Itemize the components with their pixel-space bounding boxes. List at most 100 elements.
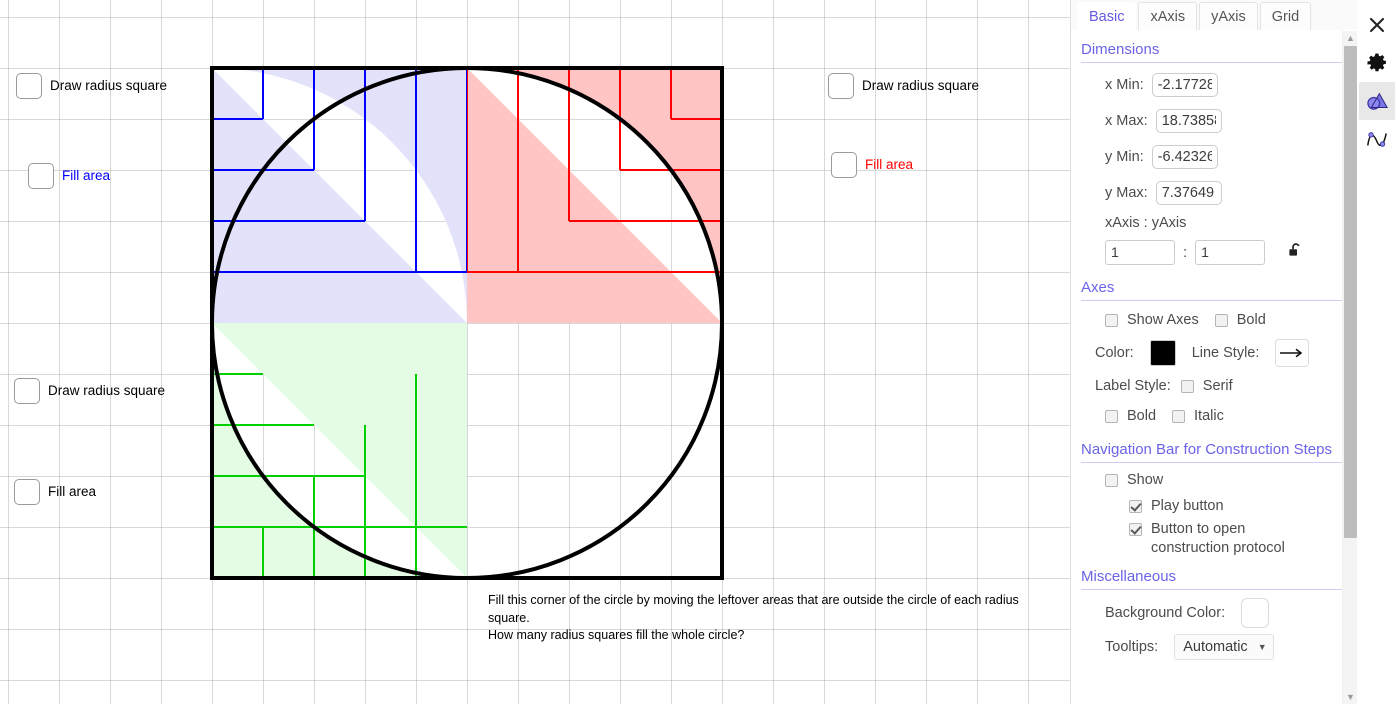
y-max-input[interactable]: [1155, 181, 1222, 205]
label-italic-label: Italic: [1194, 408, 1224, 424]
tooltips-select[interactable]: Automatic ▼: [1174, 634, 1274, 660]
axes-color-label: Color:: [1095, 345, 1134, 361]
dimensions-divider: [1081, 62, 1348, 63]
navbar-protocol-row: Button to open construction protocol: [1081, 519, 1348, 558]
navbar-show-checkbox[interactable]: [1105, 473, 1118, 487]
label-bold-checkbox[interactable]: [1105, 409, 1118, 423]
draw-radius-square-blue-label: Draw radius square: [50, 78, 168, 94]
x-min-row: x Min:: [1081, 67, 1348, 103]
navbar-play-row: Play button: [1081, 493, 1348, 519]
y-min-row: y Min:: [1081, 139, 1348, 175]
fill-area-green-checkbox[interactable]: [14, 479, 40, 505]
axes-bold-checkbox[interactable]: [1214, 313, 1228, 327]
draw-radius-square-blue[interactable]: Draw radius square: [16, 73, 167, 99]
task-caption: Fill this corner of the circle by moving…: [488, 592, 1058, 645]
navbar-protocol-checkbox[interactable]: [1129, 523, 1142, 536]
scrollbar-thumb[interactable]: [1344, 46, 1357, 538]
x-min-input[interactable]: [1151, 73, 1218, 97]
tooltips-value: Automatic: [1183, 639, 1248, 655]
fill-area-red[interactable]: Fill area: [831, 152, 913, 178]
caption-line-1: Fill this corner of the circle by moving…: [488, 593, 1019, 625]
navbar-section-title: Navigation Bar for Construction Steps: [1081, 441, 1332, 458]
show-axes-label: Show Axes: [1127, 312, 1199, 328]
label-italic-checkbox[interactable]: [1172, 409, 1186, 423]
navbar-show-label: Show: [1127, 472, 1164, 488]
axes-section-title: Axes: [1081, 279, 1115, 296]
settings-panel: Basic xAxis yAxis Grid Dimensions x Min:…: [1070, 0, 1397, 704]
settings-tabs: Basic xAxis yAxis Grid: [1071, 0, 1358, 31]
axis-ratio-y-input[interactable]: [1195, 239, 1266, 265]
shapes-icon[interactable]: [1359, 82, 1395, 120]
tab-basic[interactable]: Basic: [1077, 2, 1137, 30]
x-max-input[interactable]: [1155, 109, 1222, 133]
label-weight-row: Bold Italic: [1081, 401, 1348, 431]
axis-ratio-x-input[interactable]: [1105, 239, 1175, 265]
graphics-view[interactable]: Draw radius square Fill area Draw radius s…: [0, 0, 1070, 704]
fill-area-red-label: Fill area: [865, 157, 914, 173]
lock-open-icon[interactable]: [1287, 241, 1305, 264]
fill-area-blue-checkbox[interactable]: [28, 163, 54, 189]
fill-area-green-label: Fill area: [48, 484, 97, 500]
fill-area-blue[interactable]: Fill area: [28, 163, 110, 189]
scroll-down-arrow-icon[interactable]: ▼: [1343, 690, 1358, 704]
draw-radius-square-red[interactable]: Draw radius square: [828, 73, 979, 99]
label-serif-checkbox[interactable]: [1180, 379, 1194, 393]
draw-radius-square-blue-checkbox[interactable]: [16, 73, 42, 99]
fill-area-blue-label: Fill area: [62, 168, 111, 184]
axes-line-style-button[interactable]: [1275, 339, 1310, 367]
settings-scroll-area[interactable]: Dimensions x Min: x Max: y Min: y Max:: [1071, 31, 1358, 704]
draw-radius-square-red-label: Draw radius square: [862, 78, 980, 94]
y-max-label: y Max:: [1105, 185, 1148, 201]
axes-line-style-label: Line Style:: [1191, 345, 1260, 361]
navbar-protocol-label: Button to open construction protocol: [1151, 521, 1285, 556]
show-axes-checkbox[interactable]: [1105, 313, 1118, 327]
geogebra-app: Draw radius square Fill area Draw radius s…: [0, 0, 1397, 704]
label-serif-label: Serif: [1202, 378, 1233, 394]
fill-area-green[interactable]: Fill area: [14, 479, 96, 505]
navbar-divider: [1081, 462, 1348, 463]
axis-ratio-label: xAxis : yAxis: [1105, 215, 1187, 231]
misc-section-title: Miscellaneous: [1081, 568, 1177, 585]
axes-divider: [1081, 300, 1348, 301]
label-bold-label: Bold: [1127, 408, 1157, 424]
background-color-row: Background Color:: [1081, 594, 1348, 632]
tooltips-row: Tooltips: Automatic ▼: [1081, 632, 1348, 662]
tab-grid[interactable]: Grid: [1259, 2, 1312, 30]
draw-radius-square-green-label: Draw radius square: [48, 383, 166, 399]
panel-icon-rail: [1357, 0, 1397, 704]
fill-area-red-checkbox[interactable]: [831, 152, 857, 178]
axis-ratio-row: :: [1081, 235, 1348, 269]
tab-xaxis[interactable]: xAxis: [1138, 2, 1198, 30]
y-min-label: y Min:: [1105, 149, 1144, 165]
red-leftover-region: [467, 68, 722, 323]
caption-line-2: How many radius squares fill the whole c…: [488, 628, 745, 642]
y-min-input[interactable]: [1151, 145, 1218, 169]
tab-yaxis[interactable]: yAxis: [1199, 2, 1258, 30]
axes-bold-label: Bold: [1236, 312, 1266, 328]
show-axes-row: Show Axes Bold: [1081, 305, 1348, 335]
x-max-row: x Max:: [1081, 103, 1348, 139]
x-min-label: x Min:: [1105, 77, 1144, 93]
scroll-up-arrow-icon[interactable]: ▲: [1343, 31, 1358, 45]
axes-color-swatch[interactable]: [1149, 340, 1176, 366]
navbar-show-row: Show: [1081, 467, 1348, 493]
panel-scrollbar[interactable]: ▲ ▼: [1342, 31, 1357, 704]
tooltips-label: Tooltips:: [1105, 639, 1159, 655]
background-color-label: Background Color:: [1105, 605, 1226, 621]
draw-radius-square-red-checkbox[interactable]: [828, 73, 854, 99]
draw-radius-square-green-checkbox[interactable]: [14, 378, 40, 404]
axes-color-row: Color: Line Style:: [1081, 335, 1348, 371]
background-color-swatch[interactable]: [1241, 598, 1270, 628]
label-style-row: Label Style: Serif: [1081, 371, 1348, 401]
arrow-right-icon: [1280, 348, 1303, 358]
gear-icon[interactable]: [1359, 44, 1395, 82]
close-icon[interactable]: [1359, 6, 1395, 44]
curve-icon[interactable]: [1359, 120, 1395, 158]
y-max-row: y Max:: [1081, 175, 1348, 211]
navbar-play-checkbox[interactable]: [1129, 499, 1142, 513]
draw-radius-square-green[interactable]: Draw radius square: [14, 378, 165, 404]
x-max-label: x Max:: [1105, 113, 1148, 129]
misc-divider: [1081, 589, 1348, 590]
axis-ratio-separator: :: [1183, 243, 1188, 261]
label-style-label: Label Style:: [1095, 378, 1171, 394]
